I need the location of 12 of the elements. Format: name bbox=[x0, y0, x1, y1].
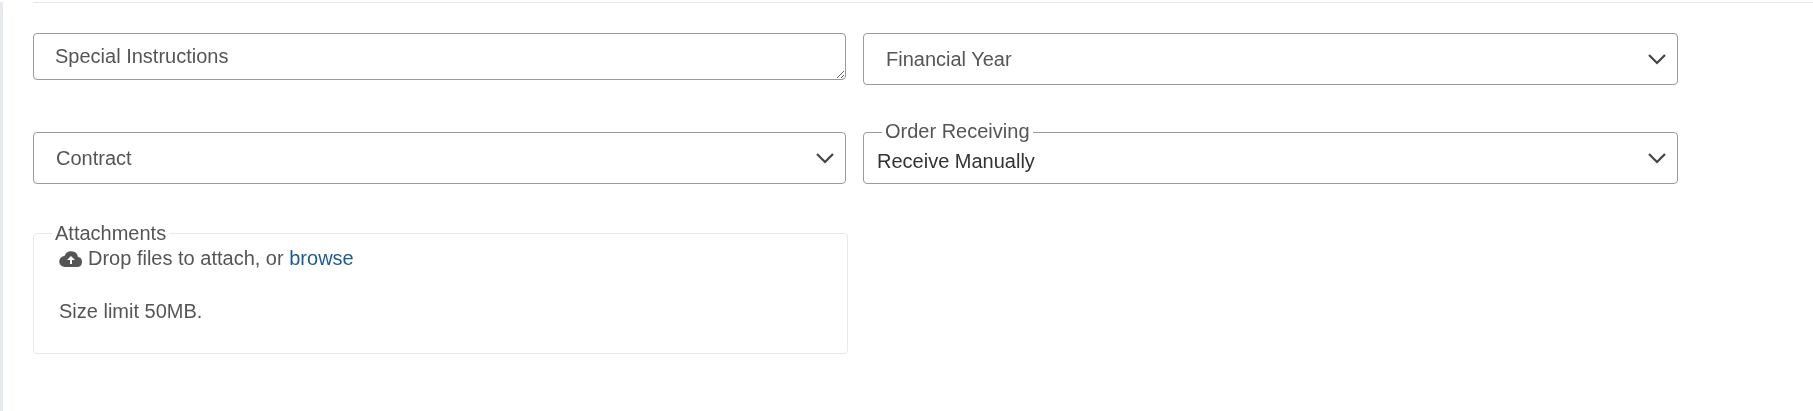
size-limit-text: Size limit 50MB. bbox=[59, 300, 204, 323]
chevron-down-icon bbox=[1647, 53, 1667, 65]
browse-link[interactable]: browse bbox=[289, 247, 354, 269]
dropdown[interactable]: Contract bbox=[33, 132, 846, 184]
chevron-down-icon bbox=[1647, 152, 1667, 164]
cloud-upload-icon bbox=[59, 249, 83, 268]
chevron-down-icon bbox=[815, 152, 835, 164]
drop-files-text: Drop files to attach, or browse bbox=[88, 247, 354, 270]
special-instructions-field[interactable]: Special Instructions bbox=[33, 33, 846, 80]
field-label: Order Receiving bbox=[882, 121, 1033, 141]
attachments-label: Attachments bbox=[54, 222, 168, 245]
dropdown[interactable]: Financial Year bbox=[863, 33, 1678, 85]
